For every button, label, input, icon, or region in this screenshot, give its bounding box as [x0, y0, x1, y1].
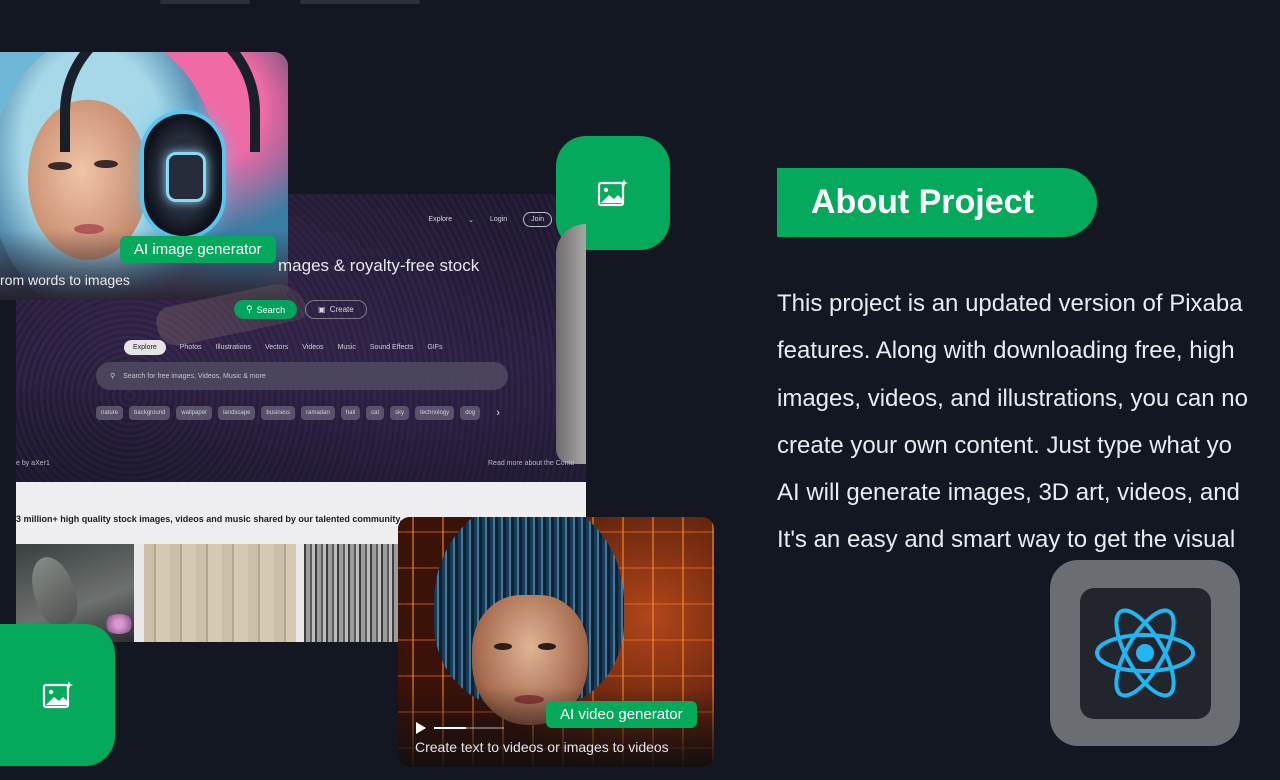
mockup-category-tabs: Explore Photos Illustrations Vectors Vid…: [124, 340, 443, 355]
mockup-tagline: 3 million+ high quality stock images, vi…: [16, 514, 403, 524]
ai-image-generator-caption: rom words to images: [0, 272, 130, 288]
ai-video-generator-card: AI video generator Create text to videos…: [398, 517, 714, 767]
mockup-create-button[interactable]: ▣ Create: [305, 300, 367, 319]
mockup-tab-gifs[interactable]: GIFs: [427, 344, 442, 351]
ai-video-generator-badge: AI video generator: [546, 701, 697, 728]
mockup-search-button[interactable]: ⚲ Search: [234, 300, 298, 319]
mockup-tab-photos[interactable]: Photos: [180, 344, 202, 351]
about-project-heading: About Project: [777, 168, 1097, 237]
mockup-create-label: Create: [329, 305, 354, 314]
top-divider: [300, 0, 420, 4]
mockup-tag[interactable]: sky: [390, 406, 410, 420]
mockup-tag[interactable]: ramadan: [301, 406, 335, 420]
headphone-icon: [140, 110, 226, 240]
video-progress-fill: [434, 727, 466, 729]
chevron-right-icon[interactable]: ›: [496, 407, 500, 419]
mockup-photo-credit: e by aXer1: [16, 460, 50, 467]
mockup-read-more-link[interactable]: Read more about the Conte: [488, 460, 574, 467]
search-icon: ⚲: [110, 373, 116, 380]
mockup-actions: ⚲ Search ▣ Create: [234, 300, 367, 319]
mockup-tab-vectors[interactable]: Vectors: [265, 344, 288, 351]
ai-image-generator-badge: AI image generator: [120, 236, 276, 263]
mockup-tag[interactable]: dog: [460, 406, 481, 420]
chevron-down-icon: ⌄: [468, 216, 475, 224]
ai-image-generator-card: AI image generator rom words to images: [0, 52, 288, 300]
about-line: create your own content. Just type what …: [777, 431, 1232, 459]
about-line: It's an easy and smart way to get the vi…: [777, 526, 1236, 554]
play-icon[interactable]: [416, 722, 426, 734]
top-divider: [160, 0, 250, 4]
portrait-eye: [48, 162, 72, 170]
image-sparkle-icon: [42, 681, 73, 709]
search-icon: ⚲: [246, 304, 253, 314]
mockup-tab-explore[interactable]: Explore: [124, 340, 166, 355]
mockup-tag[interactable]: technology: [415, 406, 455, 420]
about-project-title: About Project: [811, 183, 1034, 221]
image-icon: ▣: [318, 305, 326, 314]
mockup-headline: mages & royalty-free stock: [278, 256, 480, 275]
mockup-tag[interactable]: background: [129, 406, 171, 420]
mockup-nav-join[interactable]: Join: [523, 212, 552, 227]
about-line: AI will generate images, 3D art, videos,…: [777, 479, 1240, 507]
mockup-tab-illustrations[interactable]: Illustrations: [216, 344, 251, 351]
about-line: This project is an updated version of Pi…: [777, 290, 1243, 317]
mockup-tab-music[interactable]: Music: [338, 344, 356, 351]
mockup-tag[interactable]: nature: [96, 406, 124, 420]
about-project-description: This project is an updated version of Pi…: [777, 280, 1280, 564]
mockup-nav: Explore ⌄ Login Join: [428, 212, 552, 227]
mockup-nav-login[interactable]: Login: [490, 216, 507, 223]
mockup-tag-list: nature background wallpaper landscape bu…: [96, 406, 500, 420]
mockup-nav-explore[interactable]: Explore: [428, 216, 452, 223]
mockup-search-input[interactable]: ⚲ Search for free images, Videos, Music …: [96, 362, 508, 390]
image-generator-tile: [0, 624, 115, 766]
mockup-photo-thumbnail[interactable]: [144, 544, 296, 642]
about-line: features. Along with downloading free, h…: [777, 337, 1235, 365]
video-eye: [494, 643, 512, 650]
mockup-tab-videos[interactable]: Videos: [302, 344, 323, 351]
mockup-search-placeholder: Search for free images, Videos, Music & …: [123, 372, 266, 380]
react-tech-badge-inner: [1079, 587, 1211, 719]
mockup-tag[interactable]: wallpaper: [176, 406, 213, 420]
mockup-search-label: Search: [256, 304, 286, 315]
mockup-tag[interactable]: hall: [340, 406, 361, 420]
react-logo-icon: [1095, 608, 1195, 698]
video-eye: [538, 643, 556, 650]
mockup-tag[interactable]: cat: [366, 406, 385, 420]
mockup-flower-graphic: [104, 614, 134, 634]
portfolio-slide: Explore ⌄ Login Join mages & royalty-fre…: [0, 0, 1280, 780]
react-tech-badge: [1050, 560, 1240, 746]
portrait-eye: [94, 160, 118, 168]
mockup-rock-graphic: [556, 224, 586, 464]
mockup-tag[interactable]: landscape: [218, 406, 256, 420]
image-sparkle-icon: [597, 179, 628, 207]
mockup-tag[interactable]: business: [261, 406, 296, 420]
ai-video-generator-caption: Create text to videos or images to video…: [415, 739, 669, 755]
mockup-tab-sound-effects[interactable]: Sound Effects: [370, 344, 413, 351]
about-line: images, videos, and illustrations, you c…: [777, 384, 1248, 412]
mockup-photo-thumbnail[interactable]: [304, 544, 404, 642]
